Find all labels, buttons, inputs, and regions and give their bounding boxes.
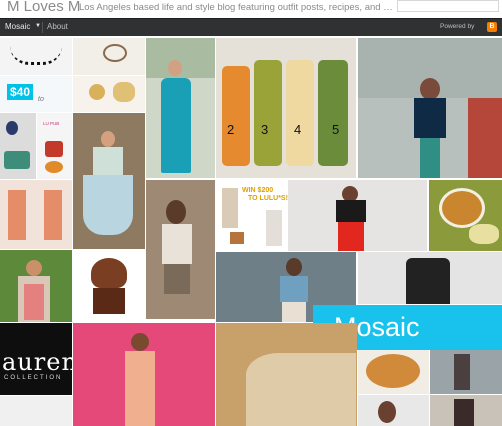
lulu-caption: LU PUB xyxy=(43,121,60,126)
top-header: M Loves M Los Angeles based life and sty… xyxy=(0,0,502,18)
post-tile-teal-dress[interactable] xyxy=(146,38,215,178)
giveaway-headline: WIN $200 xyxy=(242,187,274,194)
post-tile-dog[interactable] xyxy=(216,323,357,426)
post-tile-salad[interactable] xyxy=(358,350,429,394)
post-tile-partial-1[interactable] xyxy=(0,396,72,426)
powered-by-label: Powered by xyxy=(440,23,475,30)
post-tile-coral-print[interactable] xyxy=(0,180,72,249)
post-tile-flower-dress[interactable] xyxy=(73,323,215,426)
search-input[interactable] xyxy=(397,0,499,12)
site-title[interactable]: M Loves M xyxy=(7,0,80,15)
bottle-number-5: 5 xyxy=(332,122,340,137)
sale-sticker: $40 xyxy=(7,84,34,100)
caret-down-icon[interactable]: ▼ xyxy=(35,23,41,29)
post-tile-street[interactable] xyxy=(430,350,502,394)
post-tile-black-top[interactable] xyxy=(358,252,502,304)
post-tile-grass-dress[interactable] xyxy=(0,250,72,322)
post-tile-necklace[interactable] xyxy=(0,38,72,75)
sale-to-text: to xyxy=(38,96,44,103)
post-tile-light-blue-dress[interactable] xyxy=(73,113,145,249)
nav-separator xyxy=(42,22,43,33)
post-tile-partial-2[interactable] xyxy=(358,395,429,426)
post-tile-denim-woman[interactable] xyxy=(146,180,215,319)
post-tile-red-pants[interactable] xyxy=(288,180,427,251)
view-selector-label[interactable]: Mosaic xyxy=(5,22,30,31)
blogger-icon[interactable]: B xyxy=(487,22,497,32)
post-tile-stairs[interactable] xyxy=(358,38,502,178)
post-tile-cupcake[interactable] xyxy=(73,250,145,322)
bottle-number-4: 4 xyxy=(294,122,302,137)
post-tile-earrings[interactable] xyxy=(0,113,36,179)
post-tile-soup[interactable] xyxy=(429,180,502,251)
bottle-number-2: 2 xyxy=(227,122,235,137)
post-tile-partial-3[interactable] xyxy=(430,395,502,426)
site-tagline: Los Angeles based life and style blog fe… xyxy=(79,2,393,13)
view-navbar: Mosaic ▼ About Powered by B xyxy=(0,18,502,36)
giveaway-subline: TO LULU*S! xyxy=(248,195,288,202)
bottle-number-3: 3 xyxy=(261,122,269,137)
about-link[interactable]: About xyxy=(47,22,68,31)
post-tile-gold-ring[interactable] xyxy=(73,76,145,112)
collection-subtitle: COLLECTION xyxy=(4,375,63,381)
post-tile-juices[interactable] xyxy=(216,38,356,178)
post-tile-bracelet[interactable] xyxy=(73,38,145,75)
